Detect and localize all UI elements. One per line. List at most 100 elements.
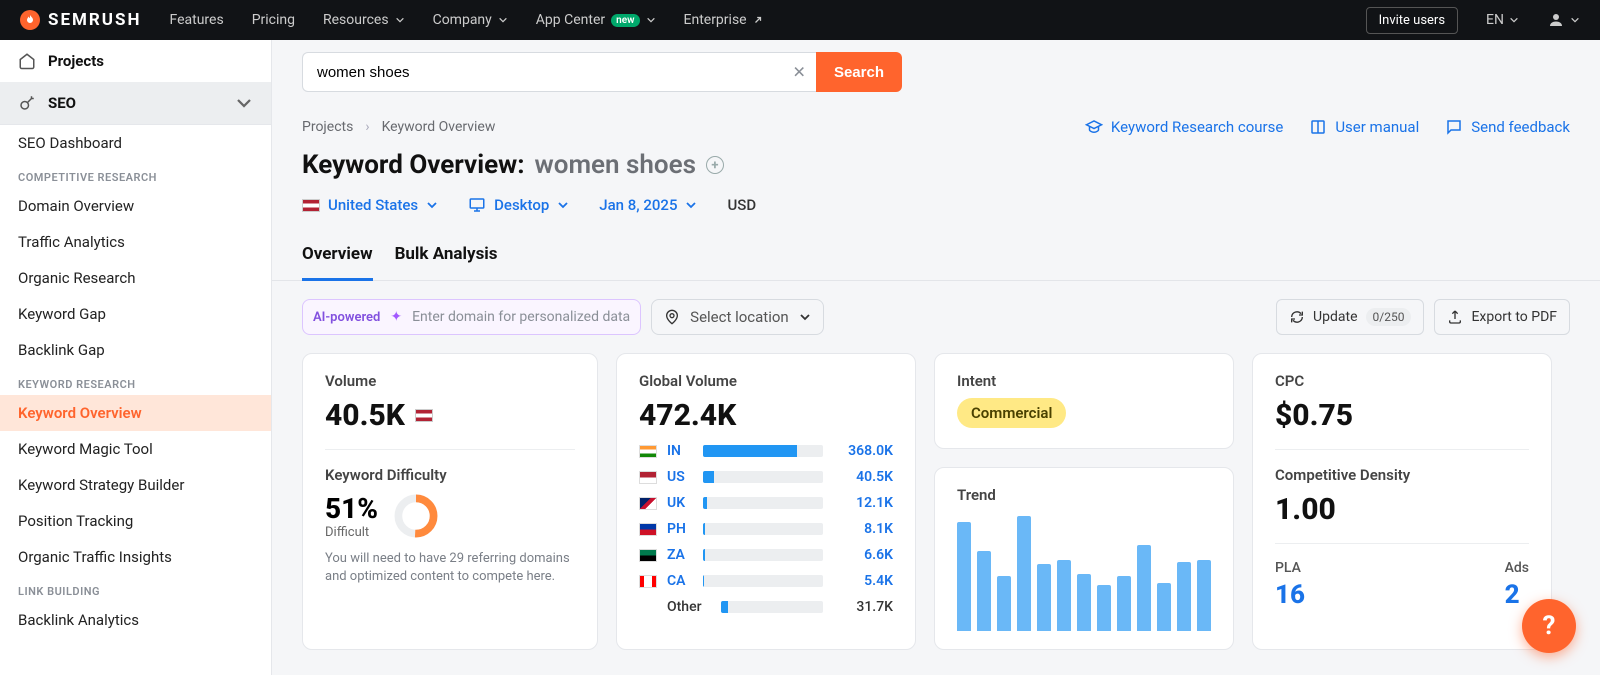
nav-resources[interactable]: Resources (323, 12, 405, 28)
gv-value: 12.1K (833, 495, 893, 511)
link-research-course[interactable]: Keyword Research course (1085, 118, 1283, 136)
flag-us-icon (302, 199, 320, 212)
tab-bulk-analysis[interactable]: Bulk Analysis (395, 234, 498, 281)
sidebar-item-backlink-gap[interactable]: Backlink Gap (0, 332, 271, 368)
flag-icon (639, 497, 657, 510)
nav-features[interactable]: Features (169, 12, 223, 28)
trend-chart (957, 516, 1211, 631)
nav-appcenter[interactable]: App Center new (536, 12, 656, 28)
chevron-down-icon (1570, 15, 1580, 25)
chevron-down-icon (685, 199, 697, 211)
gv-value: 6.6K (833, 547, 893, 563)
card-cd-title: Competitive Density (1275, 466, 1529, 484)
ai-placeholder: Enter domain for personalized data (412, 309, 630, 325)
flag-us-icon (415, 409, 433, 422)
update-button[interactable]: Update 0/250 (1276, 299, 1424, 335)
sidebar-item-position-tracking[interactable]: Position Tracking (0, 503, 271, 539)
target-icon (18, 94, 36, 112)
link-user-manual[interactable]: User manual (1309, 118, 1419, 136)
sidebar-item-domain-overview[interactable]: Domain Overview (0, 188, 271, 224)
sidebar-projects[interactable]: Projects (0, 40, 271, 82)
sidebar-item-organic-research[interactable]: Organic Research (0, 260, 271, 296)
clear-search-icon[interactable]: ✕ (793, 63, 806, 82)
help-fab[interactable]: ? (1522, 599, 1576, 653)
card-cpc-ads: CPC $0.75 Competitive Density 1.00 PLA 1… (1252, 353, 1552, 650)
location-selector[interactable]: Select location (651, 299, 824, 335)
nav-pricing[interactable]: Pricing (252, 12, 295, 28)
gv-country-code: PH (667, 521, 693, 537)
chevron-down-icon (1509, 15, 1519, 25)
new-badge: new (611, 14, 639, 27)
brand-text: SEMRUSH (48, 10, 141, 30)
sidebar-item-keyword-strategy[interactable]: Keyword Strategy Builder (0, 467, 271, 503)
sidebar-item-organic-traffic[interactable]: Organic Traffic Insights (0, 539, 271, 575)
trend-bar (997, 576, 1011, 631)
sidebar-item-traffic-analytics[interactable]: Traffic Analytics (0, 224, 271, 260)
global-volume-row-other: Other 31.7K (639, 599, 893, 615)
chevron-right-icon: › (365, 119, 369, 135)
chevron-down-icon (235, 94, 253, 112)
pin-icon (664, 309, 680, 325)
global-volume-row[interactable]: US40.5K (639, 469, 893, 485)
search-input[interactable] (317, 53, 780, 91)
user-menu[interactable] (1547, 11, 1580, 29)
flag-icon (639, 445, 657, 458)
sidebar-section-competitive: COMPETITIVE RESEARCH (0, 161, 271, 188)
brand-logo[interactable]: SEMRUSH (20, 10, 141, 30)
card-global-title: Global Volume (639, 372, 893, 390)
ai-powered-label: AI-powered (313, 310, 380, 325)
search-button[interactable]: Search (816, 52, 902, 92)
sidebar-item-keyword-gap[interactable]: Keyword Gap (0, 296, 271, 332)
filter-date[interactable]: Jan 8, 2025 (599, 196, 697, 214)
flag-icon (639, 471, 657, 484)
trend-bar (1097, 585, 1111, 631)
sidebar: Projects SEO SEO Dashboard COMPETITIVE R… (0, 40, 272, 675)
link-send-feedback[interactable]: Send feedback (1445, 118, 1570, 136)
export-pdf-button[interactable]: Export to PDF (1434, 299, 1570, 335)
gv-country-code: UK (667, 495, 693, 511)
breadcrumb-projects[interactable]: Projects (302, 119, 353, 135)
book-icon (1309, 118, 1327, 136)
gv-bar (703, 471, 823, 483)
sidebar-seo-label: SEO (48, 94, 76, 112)
intent-badge: Commercial (957, 398, 1066, 428)
tab-overview[interactable]: Overview (302, 234, 373, 281)
metric-pla[interactable]: PLA 16 (1275, 560, 1305, 610)
flag-icon (639, 523, 657, 536)
global-volume-row[interactable]: ZA6.6K (639, 547, 893, 563)
trend-bar (1137, 545, 1151, 631)
add-keyword-icon[interactable]: + (706, 156, 724, 174)
sidebar-section-keyword: KEYWORD RESEARCH (0, 368, 271, 395)
nav-enterprise[interactable]: Enterprise (684, 12, 763, 28)
ai-domain-input[interactable]: AI-powered ✦ Enter domain for personaliz… (302, 299, 641, 335)
card-kd-title: Keyword Difficulty (325, 466, 575, 484)
trend-bar (1077, 574, 1091, 632)
sidebar-item-keyword-magic[interactable]: Keyword Magic Tool (0, 431, 271, 467)
global-volume-row[interactable]: UK 12.1K (639, 495, 893, 511)
sidebar-item-backlink-analytics[interactable]: Backlink Analytics (0, 602, 271, 638)
gv-other-val: 31.7K (833, 599, 893, 615)
card-global-volume: Global Volume 472.4K IN368.0KUS40.5KUK12… (616, 353, 916, 650)
trend-bar (1017, 516, 1031, 631)
invite-users-button[interactable]: Invite users (1366, 7, 1458, 34)
chevron-down-icon (646, 15, 656, 25)
global-volume-row[interactable]: CA5.4K (639, 573, 893, 589)
gv-bar (703, 523, 823, 535)
sparkle-icon: ✦ (390, 309, 402, 325)
global-volume-row[interactable]: IN368.0K (639, 443, 893, 459)
global-volume-row[interactable]: PH8.1K (639, 521, 893, 537)
filter-country[interactable]: United States (302, 196, 438, 214)
sidebar-item-keyword-overview[interactable]: Keyword Overview (0, 395, 271, 431)
metric-ads[interactable]: Ads 2 (1505, 560, 1529, 610)
language-selector[interactable]: EN (1486, 12, 1519, 28)
chevron-down-icon (395, 15, 405, 25)
sidebar-seo-toggle[interactable]: SEO (0, 82, 271, 124)
metric-pla-title: PLA (1275, 560, 1305, 576)
chevron-down-icon (426, 199, 438, 211)
metric-pla-value: 16 (1275, 580, 1305, 610)
nav-company[interactable]: Company (433, 12, 508, 28)
sidebar-item-dashboard[interactable]: SEO Dashboard (0, 125, 271, 161)
sidebar-projects-label: Projects (48, 52, 104, 70)
filter-device[interactable]: Desktop (468, 196, 569, 214)
trend-bar (1037, 564, 1051, 631)
